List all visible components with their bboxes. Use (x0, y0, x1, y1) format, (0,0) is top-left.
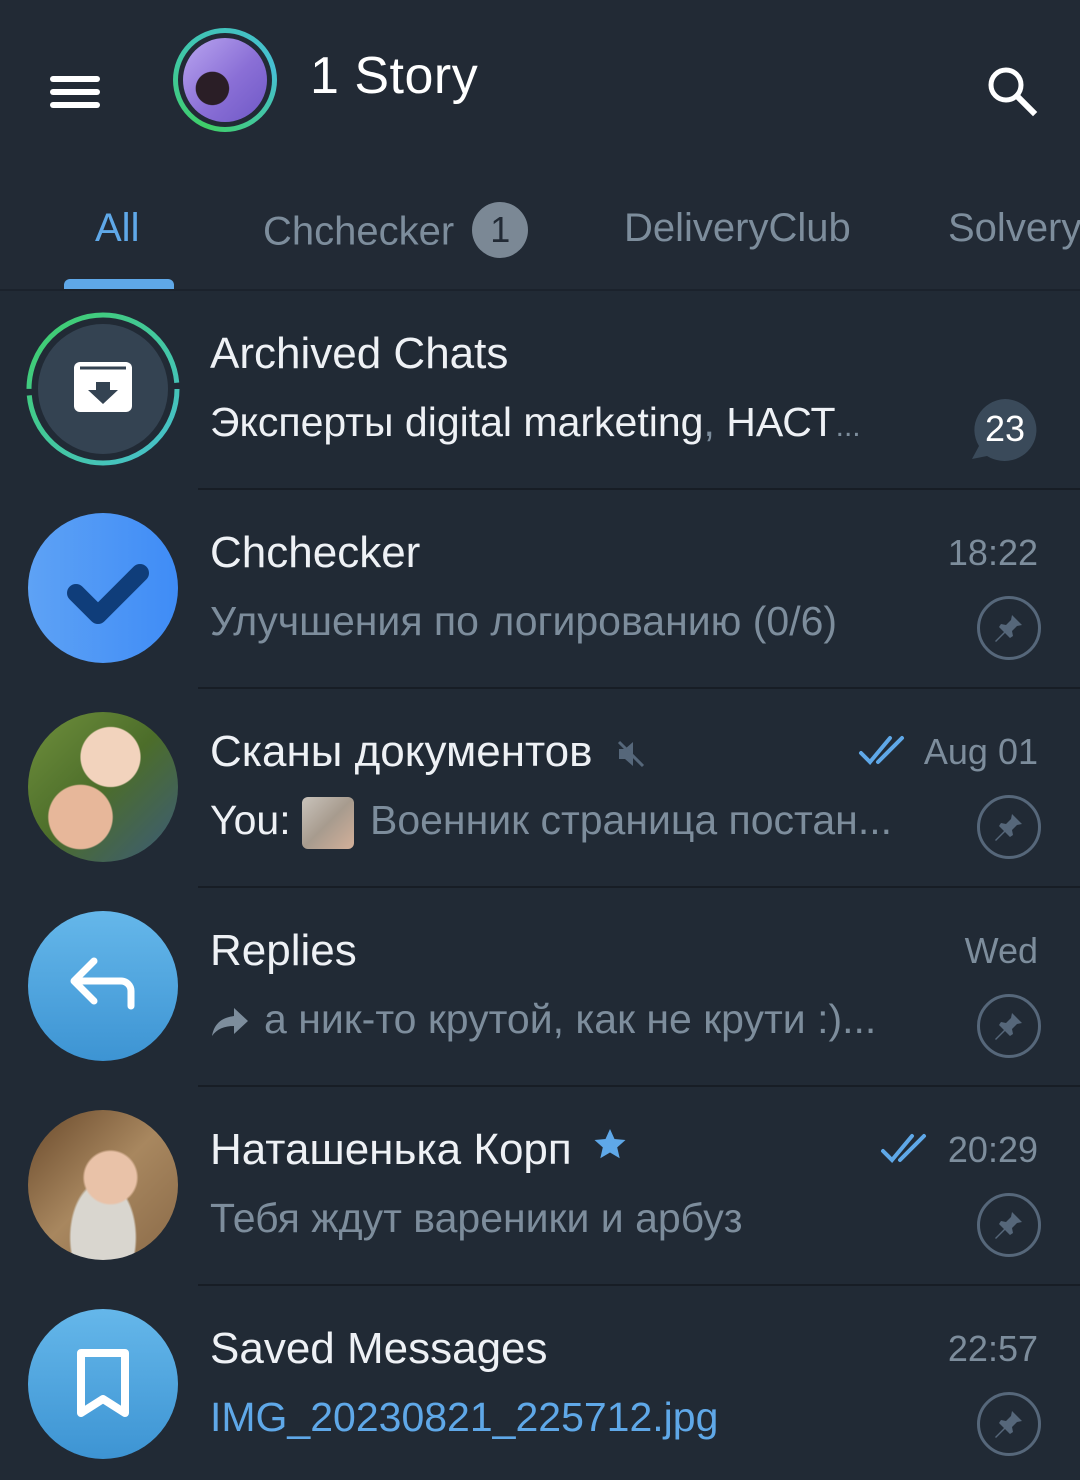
timestamp: 20:29 (947, 1129, 1038, 1170)
sender-prefix: You: (210, 797, 302, 843)
bookmark-icon (77, 1349, 129, 1417)
chat-row-chchecker[interactable]: Chchecker 18:22 Улучшения по логированию… (0, 490, 1080, 689)
tab-label: Solvery (948, 206, 1080, 250)
chat-name: Сканы документов (210, 727, 647, 777)
muted-icon (617, 741, 644, 768)
timestamp: 18:22 (947, 532, 1038, 573)
photo-thumbnail (301, 797, 354, 850)
chat-name: Archived Chats (210, 329, 509, 378)
archive-icon (74, 362, 132, 412)
tab-all[interactable]: All (95, 206, 139, 251)
tab-label: All (95, 206, 140, 250)
timestamp: Aug 01 (923, 731, 1038, 772)
tab-label: DeliveryClub (624, 206, 851, 250)
pin-icon (977, 1392, 1041, 1456)
chat-title: Наташенька Корп (210, 1125, 572, 1174)
chat-preview: а ник-то крутой, как не крути :)... (210, 996, 876, 1043)
avatar (28, 712, 178, 862)
unread-count: 23 (984, 408, 1026, 449)
timestamp: 22:57 (947, 1328, 1038, 1369)
tab-solvery[interactable]: Solvery (948, 206, 1080, 251)
hamburger-menu-icon[interactable] (50, 74, 102, 110)
double-check-icon (859, 736, 904, 765)
double-check-icon (881, 1134, 926, 1163)
unread-badge: 1 (472, 202, 529, 258)
chat-row-archived[interactable]: Archived Chats Эксперты digital marketin… (0, 291, 1080, 490)
preview-text: Эксперты digital marketing (210, 399, 704, 445)
forward-icon (212, 1008, 248, 1037)
avatar (28, 1309, 178, 1459)
page-title: 1 Story (310, 47, 479, 105)
pin-icon (977, 994, 1041, 1058)
reply-arrow-icon (70, 957, 135, 1010)
chat-preview: Эксперты digital marketing, НАСТ... (210, 399, 861, 446)
chat-preview: IMG_20230821_225712.jpg (210, 1394, 719, 1440)
story-avatar[interactable] (173, 28, 277, 132)
chat-row-scans[interactable]: Сканы документов Aug 01 You: Военник стр… (0, 689, 1080, 888)
preview-separator: , (703, 399, 727, 445)
search-icon[interactable] (985, 64, 1041, 120)
avatar (28, 911, 178, 1061)
tab-label: Chchecker (263, 209, 455, 254)
pin-icon (977, 795, 1041, 859)
preview-text: НАСТ (726, 399, 836, 445)
timestamp: Wed (964, 930, 1038, 971)
pin-icon (977, 596, 1041, 660)
avatar (28, 1110, 178, 1260)
tab-chchecker[interactable]: Chchecker 1 (263, 202, 529, 262)
chat-row-saved-messages[interactable]: Saved Messages 22:57 IMG_20230821_225712… (0, 1286, 1080, 1480)
top-app-bar: 1 Story All Chchecker 1 DeliveryClub Solv… (0, 0, 1080, 290)
chat-preview: You: Военник страница постан... (210, 797, 892, 850)
pin-icon (977, 1193, 1041, 1257)
chat-row-natashenka[interactable]: Наташенька Корп 20:29 Тебя ждут вареники… (0, 1087, 1080, 1286)
chat-row-replies[interactable]: Replies Wed а ник-то крутой, как не крут… (0, 888, 1080, 1087)
chat-name: Chchecker (210, 528, 421, 577)
preview-text: Военник страница постан... (369, 797, 892, 843)
tab-deliveryclub[interactable]: DeliveryClub (624, 206, 851, 251)
story-thumbnail (183, 38, 267, 122)
chat-title: Сканы документов (210, 727, 593, 776)
ellipsis: ... (835, 410, 861, 443)
avatar (28, 513, 178, 663)
archive-avatar (38, 324, 168, 454)
chat-preview: Тебя ждут вареники и арбуз (210, 1195, 743, 1241)
folder-tabs: All Chchecker 1 DeliveryClub Solvery (0, 190, 1080, 290)
premium-star-icon (594, 1129, 626, 1159)
chat-name: Replies (210, 926, 357, 975)
checkmark-icon (67, 564, 149, 624)
preview-text: а ник-то крутой, как не крути :)... (264, 996, 877, 1042)
chat-preview: Улучшения по логированию (0/6) (210, 598, 838, 644)
chat-name: Saved Messages (210, 1324, 548, 1373)
chat-name: Наташенька Корп (210, 1125, 628, 1175)
